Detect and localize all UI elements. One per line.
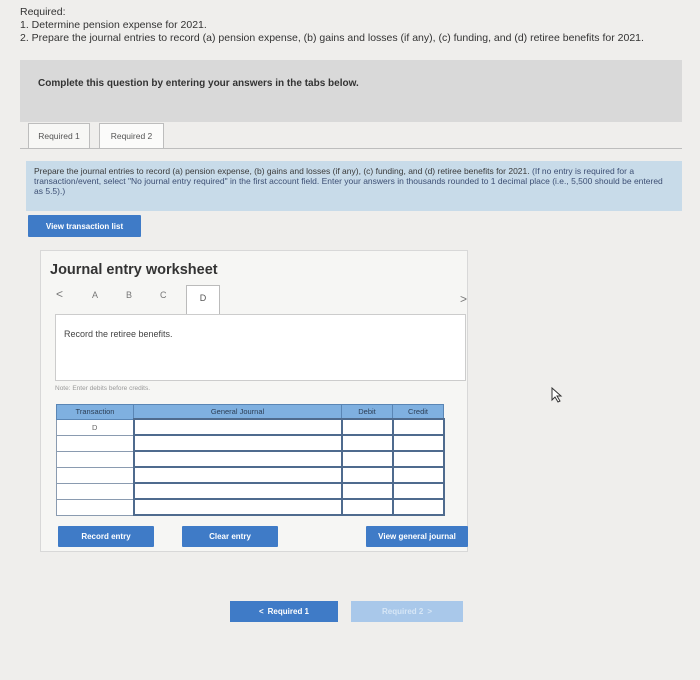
record-entry-label: Record entry: [81, 532, 131, 541]
table-row: [56, 482, 445, 500]
clear-entry-button[interactable]: Clear entry: [182, 526, 278, 547]
debit-input[interactable]: [340, 466, 394, 484]
view-general-journal-label: View general journal: [378, 532, 456, 541]
tab-label: Required 1: [38, 131, 80, 141]
instruction-banner: Complete this question by entering your …: [20, 60, 682, 122]
transaction-cell: [56, 482, 134, 500]
requirements-header: Required: 1. Determine pension expense f…: [20, 6, 644, 45]
transaction-cell: [56, 466, 134, 484]
account-input[interactable]: [132, 498, 343, 516]
mouse-cursor-icon: [551, 387, 563, 403]
record-instruction-box: Record the retiree benefits.: [55, 314, 466, 381]
instructions-main: Prepare the journal entries to record (a…: [34, 166, 530, 176]
nav-item-d[interactable]: D: [186, 285, 220, 317]
nav-item-c[interactable]: C: [160, 290, 167, 300]
worksheet-title: Journal entry worksheet: [50, 262, 218, 278]
nav-next-icon[interactable]: >: [460, 292, 467, 306]
tab-required-1[interactable]: Required 1: [28, 123, 90, 149]
account-input[interactable]: [132, 434, 343, 452]
banner-text: Complete this question by entering your …: [38, 78, 359, 89]
credit-input[interactable]: [391, 434, 445, 452]
chevron-right-icon: >: [427, 607, 432, 616]
account-input[interactable]: [132, 466, 343, 484]
required-label: Required:: [20, 6, 66, 18]
tab-required-2[interactable]: Required 2: [99, 123, 164, 149]
instructions-box: Prepare the journal entries to record (a…: [26, 161, 682, 211]
credit-input[interactable]: [391, 466, 445, 484]
account-input[interactable]: [132, 418, 343, 436]
transaction-cell: [56, 450, 134, 468]
debit-input[interactable]: [340, 482, 394, 500]
credit-input[interactable]: [391, 418, 445, 436]
table-row: [56, 434, 445, 452]
prev-required-label: Required 1: [267, 607, 309, 616]
next-required-label: Required 2: [381, 607, 424, 616]
debits-credits-note: Note: Enter debits before credits.: [55, 385, 151, 392]
credit-input[interactable]: [391, 498, 445, 516]
credit-input[interactable]: [391, 450, 445, 468]
debit-input[interactable]: [340, 450, 394, 468]
header-transaction: Transaction: [56, 404, 134, 420]
debit-input[interactable]: [340, 434, 394, 452]
table-row: [56, 466, 445, 484]
table-row: [56, 498, 445, 516]
nav-item-d-label: D: [199, 293, 207, 303]
requirement-1: 1. Determine pension expense for 2021.: [20, 19, 207, 31]
account-input[interactable]: [132, 482, 343, 500]
view-transaction-list-label: View transaction list: [45, 221, 124, 231]
nav-item-b[interactable]: B: [126, 290, 132, 300]
header-general-journal: General Journal: [133, 404, 342, 420]
nav-item-a[interactable]: A: [92, 290, 98, 300]
tab-label: Required 2: [110, 131, 153, 141]
chevron-left-icon: <: [258, 607, 264, 616]
transaction-cell: [56, 498, 134, 516]
journal-table: Transaction General Journal Debit Credit…: [56, 404, 445, 516]
credit-input[interactable]: [391, 482, 445, 500]
transaction-cell: D: [56, 418, 134, 436]
next-required-button: Required 2 >: [351, 601, 463, 622]
debit-input[interactable]: [340, 418, 394, 436]
record-entry-button[interactable]: Record entry: [58, 526, 154, 547]
account-input[interactable]: [132, 450, 343, 468]
view-general-journal-button[interactable]: View general journal: [366, 526, 468, 547]
header-credit: Credit: [392, 404, 444, 420]
table-row: D: [56, 418, 445, 436]
clear-entry-label: Clear entry: [209, 532, 251, 541]
debit-input[interactable]: [340, 498, 394, 516]
prev-required-button[interactable]: < Required 1: [230, 601, 338, 622]
nav-prev-icon[interactable]: <: [56, 287, 63, 301]
table-row: [56, 450, 445, 468]
view-transaction-list-button[interactable]: View transaction list: [28, 215, 141, 237]
header-debit: Debit: [341, 404, 393, 420]
requirement-2: 2. Prepare the journal entries to record…: [20, 32, 644, 44]
record-instruction-text: Record the retiree benefits.: [64, 329, 173, 339]
transaction-cell: [56, 434, 134, 452]
